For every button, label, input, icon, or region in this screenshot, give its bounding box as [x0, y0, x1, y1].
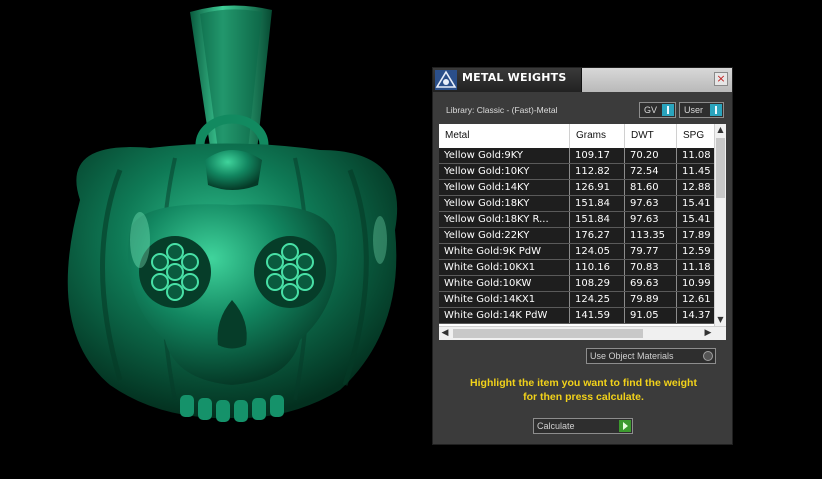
spg-cell: 17.89	[682, 230, 711, 241]
dwt-cell: 91.05	[625, 308, 677, 323]
dwt-cell: 79.77	[625, 244, 677, 259]
grams-cell: 112.82	[570, 164, 625, 179]
metal-cell: Yellow Gold:14KY	[439, 180, 570, 195]
table-row[interactable]: White Gold:14K PdW 141.59 91.05 14.37	[439, 308, 714, 324]
table-row[interactable]: White Gold:10KX1 110.16 70.83 11.18	[439, 260, 714, 276]
table-body: Yellow Gold:9KY 109.17 70.20 11.08 Yellow Go…	[439, 148, 714, 324]
library-label: Library: Classic - (Fast)-Metal	[446, 105, 558, 115]
calculate-button[interactable]: Calculate	[533, 418, 633, 434]
scroll-up-arrow-icon[interactable]: ▲	[715, 124, 726, 136]
column-header-grams[interactable]: Grams	[570, 124, 625, 148]
spg-cell: 10.99	[682, 278, 711, 289]
spg-cell: 12.88	[682, 182, 711, 193]
grams-cell: 108.29	[570, 276, 625, 291]
toggle-switch-icon	[710, 104, 722, 116]
calculate-button-label: Calculate	[537, 421, 575, 431]
metal-cell: Yellow Gold:22KY	[439, 228, 570, 243]
metal-weights-panel: METAL WEIGHTS × Library: Classic - (Fast…	[432, 67, 733, 445]
metal-cell: Yellow Gold:9KY	[439, 148, 570, 163]
gv-toggle-label: GV	[644, 105, 658, 115]
panel-titlebar[interactable]: METAL WEIGHTS ×	[433, 68, 732, 92]
table-row[interactable]: Yellow Gold:22KY 176.27 113.35 17.89	[439, 228, 714, 244]
play-arrow-icon	[619, 420, 631, 432]
table-header: Metal Grams DWT SPG	[439, 124, 714, 148]
grams-cell: 151.84	[570, 196, 625, 211]
table-row[interactable]: Yellow Gold:9KY 109.17 70.20 11.08	[439, 148, 714, 164]
use-object-materials-label: Use Object Materials	[590, 351, 674, 361]
metal-weights-table: Metal Grams DWT SPG Yellow Gold:9KY 109.1…	[439, 124, 726, 340]
spg-cell: 15.41	[682, 198, 711, 209]
spg-cell: 12.61	[682, 294, 711, 305]
metal-cell: White Gold:14KX1	[439, 292, 570, 307]
close-button[interactable]: ×	[714, 72, 728, 86]
scroll-right-arrow-icon[interactable]: ▶	[702, 327, 714, 340]
instructions-text: Highlight the item you want to find the …	[443, 376, 724, 404]
grams-cell: 109.17	[570, 148, 625, 163]
column-header-spg[interactable]: SPG	[677, 124, 717, 148]
column-header-metal[interactable]: Metal	[439, 124, 570, 148]
dwt-cell: 113.35	[625, 228, 677, 243]
spg-cell: 15.41	[682, 214, 711, 225]
app-logo-icon	[435, 70, 457, 90]
horizontal-scrollbar[interactable]: ◀ ▶	[439, 326, 726, 340]
spg-cell: 14.37	[682, 310, 711, 321]
vertical-scroll-thumb[interactable]	[716, 138, 725, 198]
spg-cell: 11.18	[682, 262, 711, 273]
table-row[interactable]: Yellow Gold:10KY 112.82 72.54 11.45	[439, 164, 714, 180]
metal-cell: White Gold:10KX1	[439, 260, 570, 275]
use-object-materials-checkbox[interactable]: Use Object Materials	[586, 348, 716, 364]
scroll-down-arrow-icon[interactable]: ▼	[715, 314, 726, 326]
grams-cell: 176.27	[570, 228, 625, 243]
dwt-cell: 79.89	[625, 292, 677, 307]
user-toggle-label: User	[684, 105, 704, 115]
spg-cell: 12.59	[682, 246, 711, 257]
spg-cell: 11.08	[682, 150, 711, 161]
user-toggle[interactable]: User	[679, 102, 724, 118]
vertical-scrollbar[interactable]: ▲ ▼	[714, 124, 726, 326]
grams-cell: 126.91	[570, 180, 625, 195]
metal-cell: White Gold:9K PdW	[439, 244, 570, 259]
grams-cell: 124.05	[570, 244, 625, 259]
table-row[interactable]: Yellow Gold:18KY 151.84 97.63 15.41	[439, 196, 714, 212]
panel-title: METAL WEIGHTS	[462, 71, 567, 84]
title-tab: METAL WEIGHTS	[433, 68, 582, 92]
grams-cell: 141.59	[570, 308, 625, 323]
metal-cell: White Gold:14K PdW	[439, 308, 570, 323]
instructions-line-2: for then press calculate.	[523, 391, 644, 403]
scroll-left-arrow-icon[interactable]: ◀	[439, 327, 451, 340]
dwt-cell: 97.63	[625, 196, 677, 211]
dwt-cell: 70.83	[625, 260, 677, 275]
dwt-cell: 97.63	[625, 212, 677, 227]
column-header-dwt[interactable]: DWT	[625, 124, 677, 148]
grams-cell: 151.84	[570, 212, 625, 227]
table-row[interactable]: Yellow Gold:14KY 126.91 81.60 12.88	[439, 180, 714, 196]
metal-cell: Yellow Gold:18KY	[439, 196, 570, 211]
table-row[interactable]: White Gold:10KW 108.29 69.63 10.99	[439, 276, 714, 292]
table-row[interactable]: Yellow Gold:18KY R... 151.84 97.63 15.41	[439, 212, 714, 228]
dwt-cell: 81.60	[625, 180, 677, 195]
table-row[interactable]: White Gold:14KX1 124.25 79.89 12.61	[439, 292, 714, 308]
gv-toggle[interactable]: GV	[639, 102, 676, 118]
grams-cell: 124.25	[570, 292, 625, 307]
grams-cell: 110.16	[570, 260, 625, 275]
dwt-cell: 70.20	[625, 148, 677, 163]
instructions-line-1: Highlight the item you want to find the …	[470, 377, 697, 389]
metal-cell: Yellow Gold:10KY	[439, 164, 570, 179]
metal-cell: Yellow Gold:18KY R...	[439, 212, 570, 227]
dwt-cell: 69.63	[625, 276, 677, 291]
toggle-switch-icon	[662, 104, 674, 116]
horizontal-scroll-thumb[interactable]	[453, 329, 643, 338]
radio-circle-icon	[703, 351, 713, 361]
table-row[interactable]: White Gold:9K PdW 124.05 79.77 12.59	[439, 244, 714, 260]
dwt-cell: 72.54	[625, 164, 677, 179]
spg-cell: 11.45	[682, 166, 711, 177]
metal-cell: White Gold:10KW	[439, 276, 570, 291]
